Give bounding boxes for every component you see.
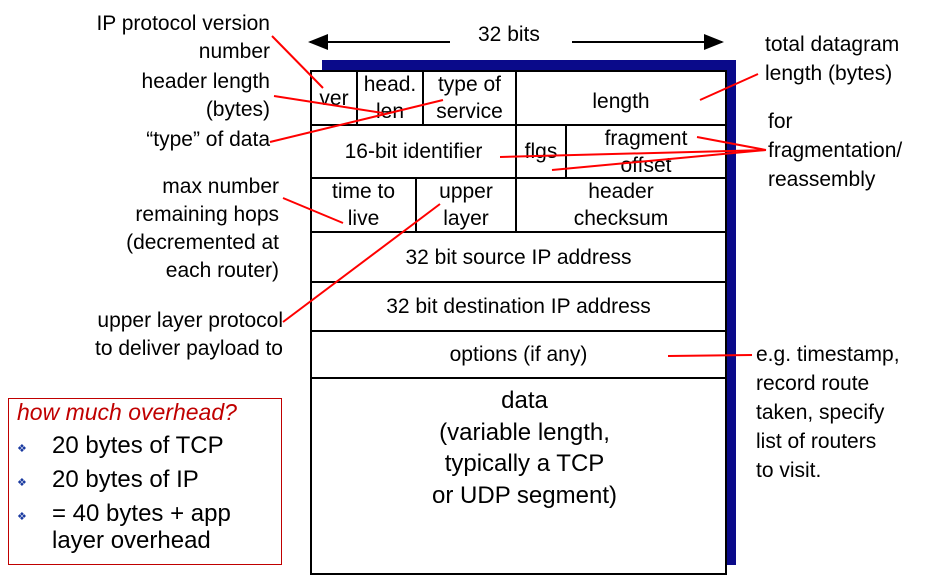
field-ver-text: ver	[319, 86, 349, 110]
bullet-icon: ❖	[17, 511, 27, 523]
label-ip-version: IP protocol version number	[96, 10, 270, 66]
label-max-hops-line1: max number	[162, 175, 279, 198]
label-ip-version-line2: number	[198, 40, 270, 63]
field-data-line2: (variable length,	[439, 418, 610, 446]
label-upper-protocol-line1: upper layer protocol	[97, 309, 283, 332]
label-fragmentation-line1: for	[768, 110, 793, 133]
label-max-hops: max number remaining hops (decremented a…	[126, 173, 279, 285]
field-frag-offset: fragment offset	[567, 126, 725, 177]
label-total-length-line2: length (bytes)	[765, 62, 893, 85]
overhead-item-3: = 40 bytes + app	[52, 500, 231, 527]
label-ip-version-line1: IP protocol version	[96, 12, 270, 35]
label-total-length-line1: total datagram	[765, 33, 900, 56]
field-ttl-line1: time to	[331, 180, 396, 203]
label-options-example: e.g. timestamp, record route taken, spec…	[756, 340, 900, 485]
field-checksum: header checksum	[517, 179, 725, 231]
label-type-of-data: “type” of data	[146, 126, 270, 154]
field-data-line3: typically a TCP	[444, 450, 605, 477]
label-header-length-line1: header length	[141, 70, 270, 93]
label-type-of-data-text: “type” of data	[146, 128, 270, 151]
label-max-hops-line3: (decremented at	[126, 231, 279, 254]
label-header-length-line2: (bytes)	[205, 98, 270, 121]
field-head-len-line2: len	[375, 100, 405, 123]
label-fragmentation: for fragmentation/ reassembly	[768, 107, 902, 194]
field-ver: ver	[312, 72, 356, 124]
overhead-title: how much overhead?	[17, 399, 237, 425]
bullet-icon: ❖	[17, 443, 27, 455]
field-tos-line2: service	[436, 100, 503, 123]
field-data: data (variable length, typically a TCP o…	[312, 385, 737, 511]
label-header-length: header length (bytes)	[142, 68, 270, 124]
field-data-line4: or UDP segment)	[432, 481, 617, 509]
label-upper-protocol-line2: to deliver payload to	[95, 337, 283, 360]
field-options-text: options (if any)	[449, 343, 588, 366]
field-frag-line2: offset	[620, 153, 672, 177]
field-checksum-line2: checksum	[573, 207, 669, 230]
field-tos: type of service	[424, 72, 515, 124]
bullet-icon: ❖	[17, 477, 27, 489]
label-total-length: total datagram length (bytes)	[765, 30, 899, 88]
field-length: length	[517, 72, 725, 130]
label-max-hops-line2: remaining hops	[135, 203, 279, 226]
overhead-item-4: layer overhead	[52, 527, 211, 554]
field-options: options (if any)	[312, 332, 725, 377]
field-ttl: time to live	[312, 179, 415, 231]
field-length-text: length	[592, 89, 650, 113]
field-source-ip-text: 32 bit source IP address	[405, 245, 632, 269]
label-upper-protocol: upper layer protocol to deliver payload …	[95, 307, 283, 363]
field-dest-ip-text: 32 bit destination IP address	[386, 295, 651, 318]
field-source-ip: 32 bit source IP address	[312, 233, 725, 281]
overhead-item-2: 20 bytes of IP	[52, 466, 199, 493]
label-options-line5: to visit.	[756, 459, 822, 482]
label-options-line4: list of routers	[756, 430, 877, 453]
overhead-item-1: 20 bytes of TCP	[52, 432, 224, 459]
field-head-len-line1: head.	[363, 73, 417, 96]
label-fragmentation-line2: fragmentation/	[768, 139, 903, 162]
field-identifier: 16-bit identifier	[312, 126, 515, 177]
label-fragmentation-line3: reassembly	[768, 168, 876, 191]
label-max-hops-line4: each router)	[165, 259, 279, 282]
bits-label: 32 bits	[478, 23, 540, 46]
field-data-line1: data	[501, 387, 548, 414]
field-identifier-text: 16-bit identifier	[344, 140, 483, 163]
field-ttl-line2: live	[347, 207, 380, 230]
row-divider	[310, 377, 727, 379]
field-upper-line2: layer	[443, 207, 489, 230]
label-options-line1: e.g. timestamp,	[756, 343, 900, 366]
field-tos-line1: type of	[437, 73, 502, 96]
field-flags-text: flgs	[524, 140, 558, 163]
field-upper-layer: upper layer	[417, 179, 515, 231]
field-dest-ip: 32 bit destination IP address	[312, 283, 725, 330]
field-frag-line1: fragment	[604, 126, 688, 150]
field-head-len: head. len	[358, 72, 422, 124]
label-options-line2: record route	[756, 372, 870, 395]
field-flags: flgs	[517, 126, 565, 177]
field-checksum-line1: header	[588, 180, 654, 203]
field-upper-line1: upper	[439, 180, 493, 203]
label-options-line3: taken, specify	[756, 401, 885, 424]
